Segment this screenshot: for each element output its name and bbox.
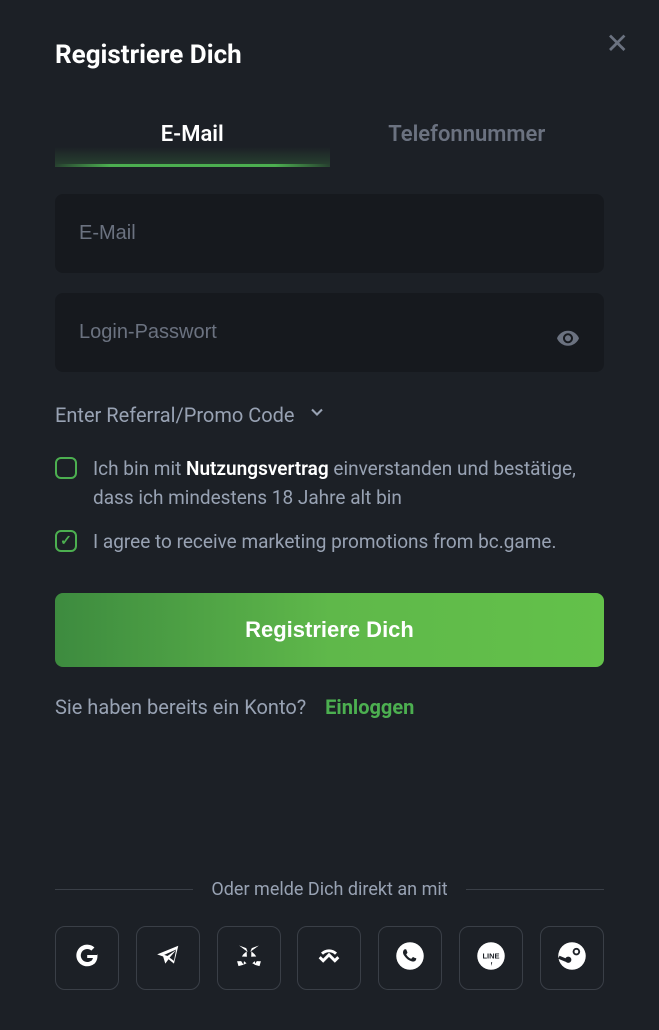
telegram-button[interactable] bbox=[136, 926, 200, 990]
login-row: Sie haben bereits ein Konto? Einloggen bbox=[55, 695, 604, 719]
close-icon: ✕ bbox=[606, 28, 629, 59]
register-tabs: E-Mail Telefonnummer bbox=[55, 110, 604, 159]
referral-toggle[interactable]: Enter Referral/Promo Code bbox=[55, 402, 604, 427]
google-button[interactable] bbox=[55, 926, 119, 990]
whatsapp-button[interactable] bbox=[378, 926, 442, 990]
divider-line-right bbox=[466, 889, 604, 890]
social-divider: Oder melde Dich direkt an mit bbox=[55, 879, 604, 900]
marketing-row: I agree to receive marketing promotions … bbox=[55, 528, 604, 557]
register-button[interactable]: Registriere Dich bbox=[55, 593, 604, 667]
login-prompt: Sie haben bereits ein Konto? bbox=[55, 695, 306, 719]
marketing-checkbox[interactable] bbox=[55, 530, 77, 552]
password-input[interactable] bbox=[55, 293, 604, 372]
terms-link[interactable]: Nutzungsvertrag bbox=[186, 457, 329, 480]
line-icon: LINE bbox=[476, 941, 506, 974]
tab-phone[interactable]: Telefonnummer bbox=[330, 110, 605, 159]
tab-email-label: E-Mail bbox=[161, 122, 224, 147]
chevron-down-icon bbox=[307, 402, 327, 427]
modal-title: Registriere Dich bbox=[55, 40, 604, 70]
divider-line-left bbox=[55, 889, 193, 890]
close-button[interactable]: ✕ bbox=[606, 30, 629, 58]
whatsapp-icon bbox=[395, 941, 425, 974]
walletconnect-icon bbox=[315, 942, 343, 973]
social-buttons: LINE bbox=[55, 926, 604, 990]
walletconnect-button[interactable] bbox=[297, 926, 361, 990]
register-button-label: Registriere Dich bbox=[245, 617, 414, 642]
steam-button[interactable] bbox=[540, 926, 604, 990]
google-icon bbox=[74, 943, 100, 972]
email-input[interactable] bbox=[55, 194, 604, 273]
eye-icon[interactable] bbox=[556, 326, 580, 354]
tab-email[interactable]: E-Mail bbox=[55, 110, 330, 159]
register-modal: ✕ Registriere Dich E-Mail Telefonnummer … bbox=[0, 0, 659, 1030]
metamask-icon bbox=[235, 942, 263, 973]
terms-label: Ich bin mit Nutzungsvertrag einverstande… bbox=[93, 455, 604, 512]
svg-text:LINE: LINE bbox=[483, 952, 500, 961]
terms-checkbox[interactable] bbox=[55, 457, 77, 479]
metamask-button[interactable] bbox=[217, 926, 281, 990]
tab-phone-label: Telefonnummer bbox=[388, 122, 545, 147]
marketing-label: I agree to receive marketing promotions … bbox=[93, 528, 557, 557]
login-link[interactable]: Einloggen bbox=[325, 695, 414, 719]
divider-text: Oder melde Dich direkt an mit bbox=[211, 879, 447, 900]
referral-label: Enter Referral/Promo Code bbox=[55, 403, 295, 427]
telegram-icon bbox=[155, 943, 181, 972]
line-button[interactable]: LINE bbox=[459, 926, 523, 990]
terms-row: Ich bin mit Nutzungsvertrag einverstande… bbox=[55, 455, 604, 512]
steam-icon bbox=[557, 941, 587, 974]
password-wrapper bbox=[55, 293, 604, 392]
